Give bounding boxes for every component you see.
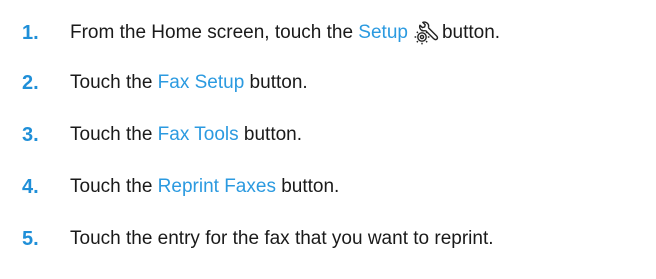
step-number: 5. xyxy=(22,228,39,250)
step-text-after: button. xyxy=(238,124,303,145)
fax-tools-link-text: Fax Tools xyxy=(157,124,239,145)
step-text: Touch the Fax Tools button. xyxy=(70,122,302,148)
step-5: 5. Touch the entry for the fax that you … xyxy=(22,226,494,252)
step-4: 4. Touch the Reprint Faxes button. xyxy=(22,174,339,200)
step-1: 1. From the Home screen, touch the Setup… xyxy=(22,20,500,46)
reprint-faxes-link-text: Reprint Faxes xyxy=(157,176,276,197)
step-text: Touch the entry for the fax that you wan… xyxy=(70,228,494,249)
step-text: Touch the Fax Setup button. xyxy=(70,70,308,96)
setup-wrench-gear-icon xyxy=(413,20,439,46)
setup-link-text: Setup xyxy=(358,22,408,44)
step-text-before: Touch the xyxy=(70,124,158,145)
step-text-before: Touch the xyxy=(70,72,158,93)
step-2: 2. Touch the Fax Setup button. xyxy=(22,70,308,96)
step-number: 1. xyxy=(22,22,39,44)
step-text-after: button. xyxy=(244,72,308,93)
step-text: Touch the Reprint Faxes button. xyxy=(70,174,339,200)
step-number: 4. xyxy=(22,176,39,198)
step-text-before: Touch the xyxy=(70,176,158,197)
step-number: 3. xyxy=(22,124,39,146)
step-text-before: From the Home screen, touch the xyxy=(70,22,359,44)
step-number: 2. xyxy=(22,72,39,94)
fax-setup-link-text: Fax Setup xyxy=(157,72,245,93)
step-text-after: button. xyxy=(275,176,340,197)
step-3: 3. Touch the Fax Tools button. xyxy=(22,122,302,148)
step-text: From the Home screen, touch the Setup bu… xyxy=(70,20,500,46)
step-text-after: button. xyxy=(441,22,501,44)
